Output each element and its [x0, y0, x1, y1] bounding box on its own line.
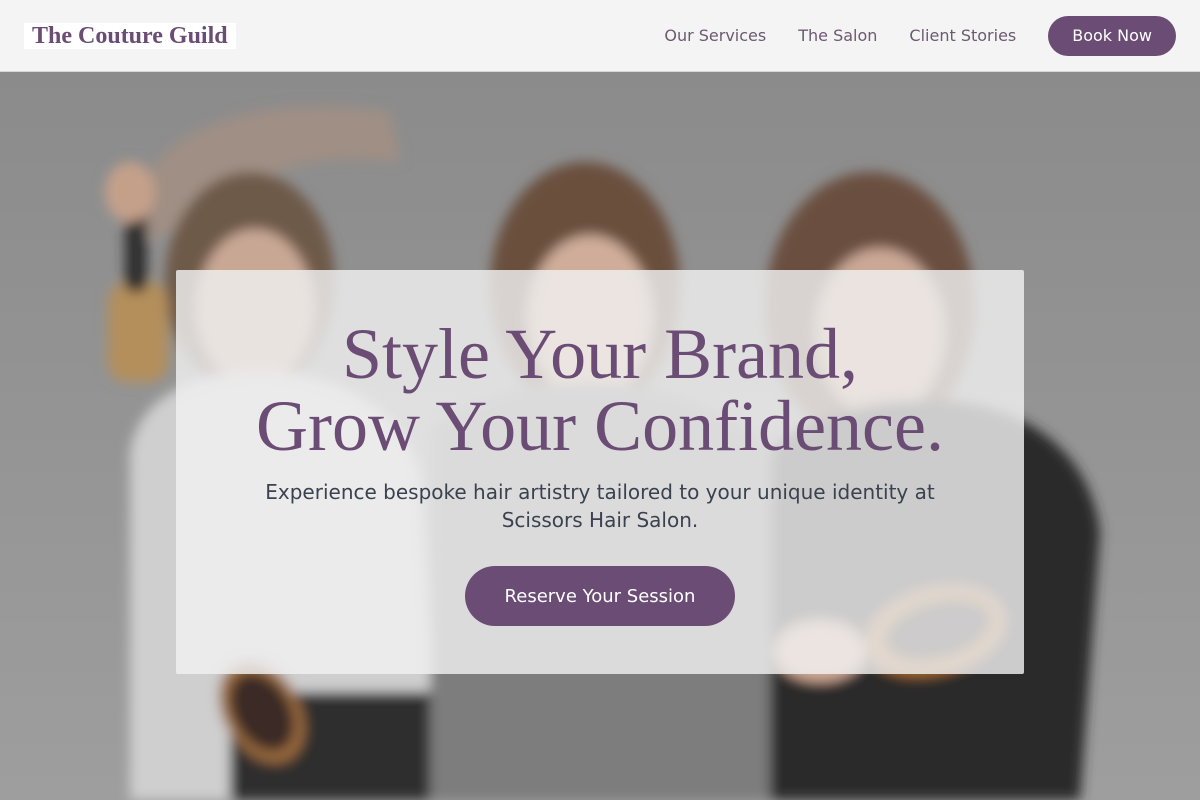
main-navigation: Our Services The Salon Client Stories Bo… — [632, 15, 1176, 56]
nav-link-the-salon[interactable]: The Salon — [798, 26, 877, 45]
hero-content-card: Style Your Brand, Grow Your Confidence. … — [176, 270, 1024, 674]
hero-headline: Style Your Brand, Grow Your Confidence. — [176, 318, 1024, 462]
brand-logo[interactable]: The Couture Guild — [24, 22, 236, 49]
top-navbar: The Couture Guild Our Services The Salon… — [0, 0, 1200, 72]
hero-headline-line-1: Style Your Brand, — [341, 314, 859, 394]
nav-link-our-services[interactable]: Our Services — [664, 26, 766, 45]
book-now-button[interactable]: Book Now — [1048, 15, 1176, 56]
hero-section: Style Your Brand, Grow Your Confidence. … — [0, 72, 1200, 800]
nav-link-client-stories[interactable]: Client Stories — [909, 26, 1016, 45]
hero-subtext: Experience bespoke hair artistry tailore… — [265, 480, 935, 532]
reserve-session-button[interactable]: Reserve Your Session — [465, 566, 735, 626]
hero-headline-line-2: Grow Your Confidence. — [256, 386, 944, 466]
